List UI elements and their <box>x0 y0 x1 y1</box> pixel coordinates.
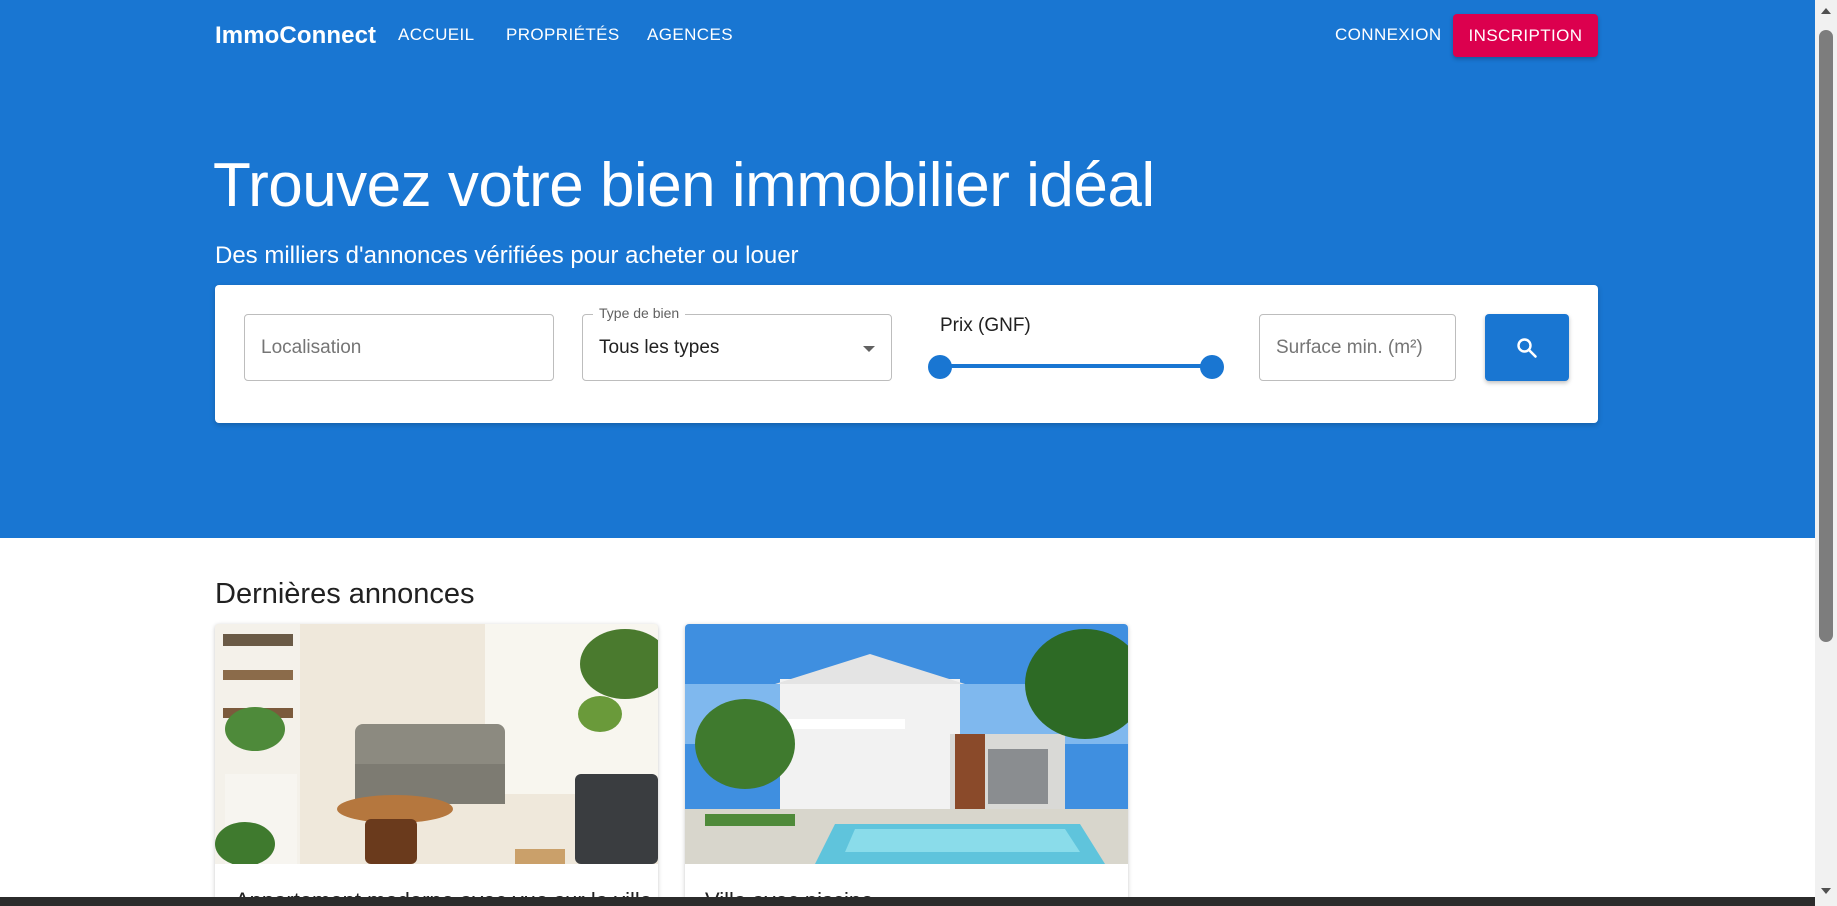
hero-section: ImmoConnect ACCUEIL PROPRIÉTÉS AGENCES C… <box>0 0 1815 538</box>
listing-card[interactable]: Appartement moderne avec vue sur la vill… <box>215 624 658 906</box>
price-slider-max-thumb[interactable] <box>1200 355 1224 379</box>
page: ImmoConnect ACCUEIL PROPRIÉTÉS AGENCES C… <box>0 0 1837 906</box>
vertical-scrollbar[interactable] <box>1815 0 1837 906</box>
search-icon <box>1517 338 1537 358</box>
location-input[interactable] <box>245 315 553 380</box>
hero-subtitle: Des milliers d'annonces vérifiées pour a… <box>215 242 799 269</box>
price-slider-min-thumb[interactable] <box>928 355 952 379</box>
search-panel: Type de bien Tous les types Prix (GNF) <box>215 285 1598 423</box>
login-button[interactable]: CONNEXION <box>1335 25 1442 45</box>
scroll-down-arrow-icon[interactable] <box>1821 888 1831 894</box>
property-type-value: Tous les types <box>599 337 720 358</box>
brand-logo[interactable]: ImmoConnect <box>215 22 376 50</box>
signup-button[interactable]: INSCRIPTION <box>1453 14 1598 57</box>
listing-card[interactable]: Villa avec piscine <box>685 624 1128 906</box>
top-navbar: ImmoConnect ACCUEIL PROPRIÉTÉS AGENCES C… <box>0 0 1815 70</box>
price-slider-track[interactable] <box>940 364 1212 368</box>
surface-input[interactable] <box>1260 315 1455 380</box>
living-room-photo <box>215 624 658 864</box>
property-type-select[interactable]: Type de bien Tous les types <box>582 305 892 381</box>
nav-link-proprietes[interactable]: PROPRIÉTÉS <box>506 25 620 45</box>
surface-field <box>1259 314 1456 381</box>
nav-link-accueil[interactable]: ACCUEIL <box>398 25 475 45</box>
search-button[interactable] <box>1485 314 1569 381</box>
scrollbar-thumb[interactable] <box>1819 30 1833 642</box>
location-field <box>244 314 554 381</box>
dropdown-arrow-icon <box>863 346 875 352</box>
window-bottom-edge <box>0 897 1815 906</box>
scroll-up-arrow-icon[interactable] <box>1821 8 1831 14</box>
hero-title: Trouvez votre bien immobilier idéal <box>213 151 1155 220</box>
nav-link-agences[interactable]: AGENCES <box>647 25 733 45</box>
property-type-label: Type de bien <box>593 305 686 321</box>
latest-listings-title: Dernières annonces <box>215 578 475 610</box>
price-label: Prix (GNF) <box>940 315 1031 336</box>
villa-pool-photo <box>685 624 1128 864</box>
